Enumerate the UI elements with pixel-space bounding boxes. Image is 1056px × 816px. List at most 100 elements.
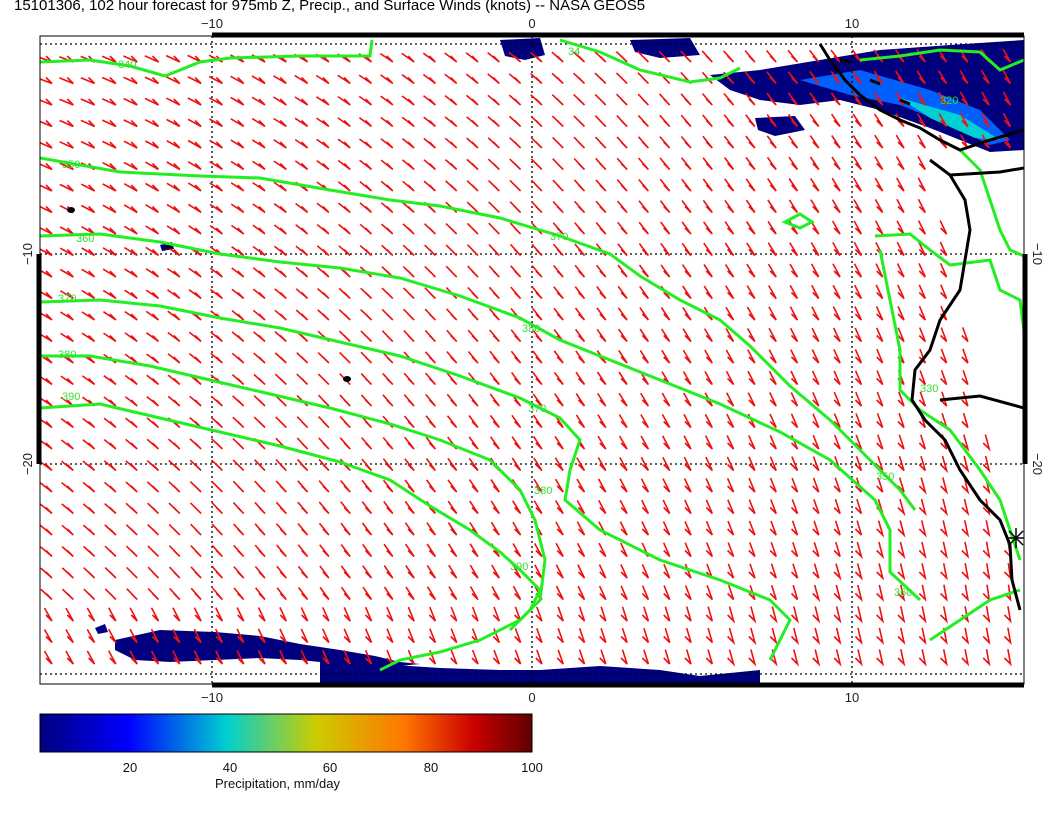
wind-barb [230, 139, 245, 149]
wind-barb [897, 455, 905, 472]
wind-barb [918, 563, 927, 581]
wind-barb [61, 524, 74, 536]
wind-barb [918, 305, 927, 321]
wind-barb [358, 117, 373, 128]
wind-barb [684, 585, 692, 601]
wind-barb [789, 306, 799, 321]
wind-barb [812, 627, 821, 646]
wind-barb [422, 52, 436, 63]
wind-barb [316, 117, 330, 128]
wind-barb [232, 438, 245, 450]
wind-barb [295, 202, 309, 214]
wind-barb [724, 199, 735, 214]
wind-barb [788, 156, 799, 171]
wind-barb [59, 119, 74, 128]
wind-barb [251, 139, 266, 149]
wind-barb [145, 332, 160, 343]
wind-barb [876, 649, 885, 667]
wind-barb [361, 458, 373, 472]
wind-barb [423, 95, 436, 106]
wind-barb [448, 586, 458, 601]
wind-barb [466, 158, 479, 171]
wind-barb [340, 565, 351, 579]
wind-barb [638, 178, 650, 192]
wind-barb [853, 263, 863, 278]
wind-barb [59, 141, 74, 149]
wind-barb [1003, 649, 1012, 667]
wind-barb [939, 262, 948, 278]
wind-barb [40, 205, 53, 214]
wind-barb [598, 585, 607, 601]
wind-barb [748, 627, 757, 646]
wind-barb [705, 627, 714, 644]
precip-patch-north-center [500, 38, 545, 60]
wind-barb [659, 178, 671, 192]
wind-barb [790, 649, 799, 667]
wind-barb [573, 179, 586, 192]
wind-barb [727, 627, 736, 646]
wind-barb [552, 200, 564, 214]
wind-barb [684, 499, 692, 515]
wind-barb [146, 438, 160, 450]
wind-barb [575, 371, 586, 386]
wind-barb [296, 373, 309, 386]
wind-barb [702, 157, 713, 171]
wind-barb [381, 287, 394, 300]
wind-barb [596, 328, 607, 343]
wind-barb [831, 156, 841, 171]
wind-barb [682, 306, 692, 321]
wind-barb [918, 284, 927, 300]
wind-barb [961, 455, 970, 474]
wind-barb [532, 371, 543, 386]
wind-barb [168, 523, 181, 536]
wind-barb [59, 226, 74, 235]
wind-barb [705, 585, 714, 601]
wind-barb [104, 545, 117, 558]
wind-barb [43, 629, 53, 644]
wind-barb [896, 220, 905, 235]
wind-barb [61, 567, 74, 579]
wind-barb [577, 649, 586, 665]
wind-barb [853, 220, 863, 235]
wind-barb [340, 544, 351, 558]
wind-barb [444, 94, 458, 106]
wind-barb [380, 138, 394, 149]
wind-barb [659, 157, 671, 171]
wind-barb [425, 393, 437, 407]
wind-barb [637, 72, 649, 85]
wind-barb [381, 244, 394, 257]
wind-barb [812, 520, 820, 536]
wind-barb [577, 564, 586, 579]
wind-barb [254, 480, 266, 493]
wind-barb [102, 247, 117, 257]
wind-barb [81, 289, 96, 300]
wind-barb [468, 415, 479, 429]
wind-barb [126, 566, 138, 579]
wind-barb [208, 75, 223, 85]
wind-barb [381, 308, 394, 321]
wind-barb [124, 310, 138, 321]
wind-barb [810, 263, 820, 278]
wind-barb [315, 96, 330, 106]
contour-labels-layer: 340 34 350 360 370 380 390 370 380 370 3… [58, 46, 958, 599]
wind-barb [939, 220, 948, 235]
wind-barb [767, 263, 777, 278]
wind-barb [487, 137, 500, 149]
wind-barb [617, 328, 628, 343]
wind-barb [146, 353, 160, 364]
wind-barb [144, 118, 160, 128]
wind-barb [852, 156, 863, 171]
wind-barb [531, 265, 543, 278]
wind-barb [425, 479, 437, 493]
wind-barb [82, 481, 96, 493]
wind-barb [319, 544, 330, 558]
contour-label: 370 [550, 231, 568, 243]
contour-label: 340 [118, 59, 136, 71]
island-a [67, 207, 75, 213]
wind-barb [104, 503, 117, 515]
wind-barb [469, 586, 479, 601]
wind-barb [555, 585, 564, 601]
wind-barb [65, 650, 74, 665]
wind-barb [296, 352, 309, 364]
wind-barb [745, 156, 756, 171]
